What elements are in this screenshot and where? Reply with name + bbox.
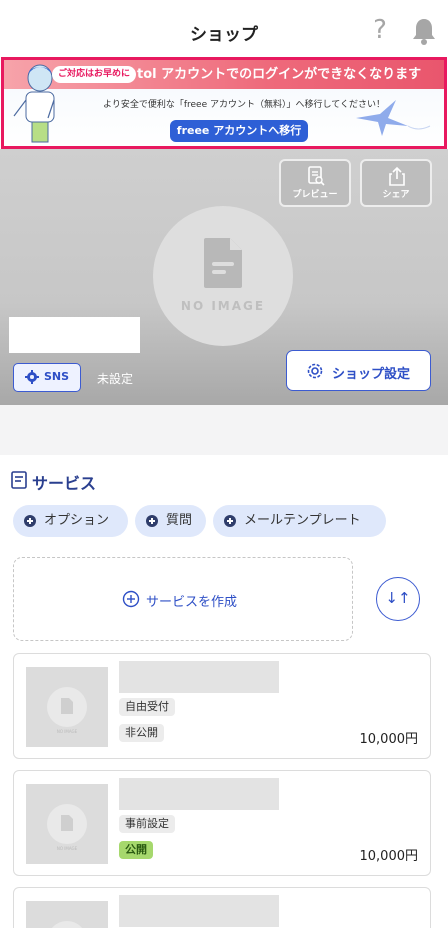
bell-icon (413, 19, 435, 45)
document-icon (204, 238, 242, 288)
no-image-label: NO IMAGE (180, 299, 266, 313)
add-circle-icon (146, 515, 158, 527)
service-thumbnail: NO IMAGE (26, 784, 108, 864)
reception-type-tag: 自由受付 (119, 698, 175, 716)
migration-banner[interactable]: ご対応はお早めに tol アカウントでのログインができなくなります より安全で便… (1, 57, 447, 149)
share-icon (389, 166, 405, 186)
preview-icon (308, 166, 325, 186)
thumbnail-no-image: NO IMAGE (56, 729, 78, 734)
options-chip[interactable]: オプション (13, 505, 128, 537)
visibility-tag: 非公開 (119, 724, 164, 742)
banner-headline: tol アカウントでのログインができなくなります (137, 67, 422, 82)
service-price: 10,000円 (359, 732, 419, 747)
share-label: シェア (382, 190, 410, 200)
banner-urgency-pill: ご対応はお早めに (52, 66, 137, 83)
chip-label: メールテンプレート (244, 513, 361, 528)
service-title-placeholder (119, 895, 279, 927)
services-section-title: サービス (32, 474, 97, 493)
app-header: ショップ ? (0, 0, 448, 56)
help-icon: ? (373, 15, 387, 45)
service-card[interactable]: NO IMAGE 事前設定 公開 10,000円 (13, 770, 431, 876)
shop-settings-button[interactable]: ショップ設定 (286, 350, 431, 391)
preview-label: プレビュー (292, 190, 338, 200)
help-button[interactable]: ? (368, 14, 392, 46)
service-card[interactable] (13, 887, 431, 928)
add-circle-icon (224, 515, 236, 527)
service-title-placeholder (119, 778, 279, 810)
thumbnail-placeholder (47, 804, 87, 844)
sort-arrows-icon: ↓↑ (385, 589, 411, 607)
thumbnail-placeholder (47, 687, 87, 727)
notification-button[interactable] (410, 16, 438, 46)
section-divider (0, 405, 448, 455)
preview-button[interactable]: プレビュー (279, 159, 351, 207)
sort-button[interactable]: ↓↑ (376, 577, 420, 621)
document-icon (61, 698, 73, 714)
cover-image-placeholder[interactable]: NO IMAGE (153, 206, 293, 346)
service-list-icon (11, 471, 27, 489)
visibility-tag: 公開 (119, 841, 153, 859)
bird-illustration (356, 100, 431, 136)
shop-name-placeholder (9, 317, 140, 353)
gear-icon (25, 370, 39, 384)
sns-button[interactable]: SNS (13, 363, 81, 392)
create-service-label: サービスを作成 (146, 595, 238, 610)
thumbnail-no-image: NO IMAGE (56, 846, 78, 851)
questions-chip[interactable]: 質問 (135, 505, 206, 537)
thumbnail-placeholder (47, 921, 87, 928)
migrate-account-button[interactable]: freee アカウントへ移行 (170, 120, 308, 142)
shop-hero: プレビュー シェア NO IMAGE SNS 未設定 ショップ設定 (0, 149, 448, 405)
settings-gear-icon (307, 363, 323, 379)
create-service-button[interactable]: サービスを作成 (13, 557, 353, 641)
service-price: 10,000円 (359, 849, 419, 864)
reception-type-tag: 事前設定 (119, 815, 175, 833)
service-card[interactable]: NO IMAGE 自由受付 非公開 10,000円 (13, 653, 431, 759)
add-circle-icon (24, 515, 36, 527)
document-icon (61, 815, 73, 831)
sns-label: SNS (44, 370, 70, 383)
service-title-placeholder (119, 661, 279, 693)
chip-label: オプション (44, 513, 110, 528)
mail-template-chip[interactable]: メールテンプレート (213, 505, 386, 537)
share-button[interactable]: シェア (360, 159, 432, 207)
shop-settings-label: ショップ設定 (332, 367, 411, 382)
service-thumbnail (26, 901, 108, 928)
sns-status: 未設定 (97, 372, 134, 386)
plus-circle-icon (122, 590, 140, 608)
chip-label: 質問 (166, 513, 193, 528)
service-thumbnail: NO IMAGE (26, 667, 108, 747)
